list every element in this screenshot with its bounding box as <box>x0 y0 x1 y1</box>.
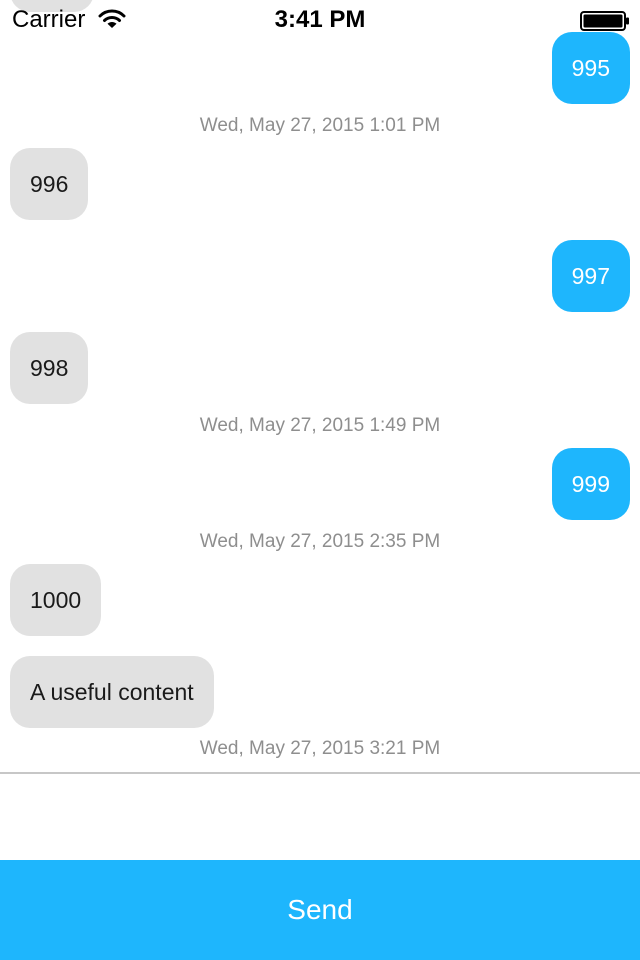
message-text: A useful content <box>30 678 194 705</box>
message-text: 1000 <box>30 586 82 613</box>
message-input[interactable] <box>0 774 640 860</box>
message-timestamp: Wed, May 27, 2015 1:49 PM <box>199 415 441 436</box>
message-bubble-incoming[interactable]: 998 <box>10 332 89 404</box>
message-bubble-incoming[interactable]: A useful content <box>10 656 214 728</box>
message-bubble-incoming[interactable]: 1000 <box>10 564 102 636</box>
status-bar: Carrier 3:41 PM <box>0 0 640 40</box>
message-timestamp: Wed, May 27, 2015 1:01 PM <box>199 115 441 136</box>
message-bubble-outgoing[interactable]: 997 <box>551 240 630 312</box>
message-text: 997 <box>571 262 610 289</box>
message-timestamp: Wed, May 27, 2015 3:21 PM <box>199 738 441 759</box>
status-time: 3:41 PM <box>274 6 366 33</box>
message-list[interactable]: 995 Wed, May 27, 2015 1:01 PM 996 997 99… <box>0 0 640 772</box>
send-button[interactable]: Send <box>0 860 640 960</box>
message-text: 999 <box>571 470 610 497</box>
message-bubble-incoming[interactable]: 996 <box>10 148 89 220</box>
message-text: 998 <box>30 354 69 381</box>
message-timestamp: Wed, May 27, 2015 2:35 PM <box>199 531 441 552</box>
message-bubble-outgoing[interactable]: 995 <box>551 32 630 104</box>
message-text: 995 <box>571 54 610 81</box>
message-bubble-outgoing[interactable]: 999 <box>551 448 630 520</box>
message-text: 996 <box>30 170 69 197</box>
battery-icon <box>580 11 629 31</box>
